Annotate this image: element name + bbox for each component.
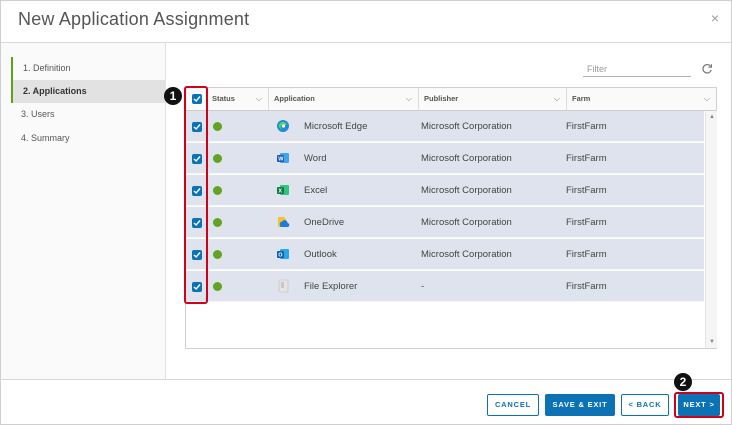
application-name: Outlook (304, 249, 337, 260)
step-applications[interactable]: 2. Applications (11, 80, 165, 103)
edge-icon (277, 120, 289, 132)
table-row[interactable]: OneDrive Microsoft Corporation FirstFarm (186, 207, 704, 238)
status-green-icon (213, 282, 222, 291)
callout-badge-1: 1 (164, 87, 182, 105)
back-button[interactable]: < BACK (621, 394, 669, 416)
column-label: Status (212, 94, 235, 103)
word-icon: W (277, 153, 289, 163)
onedrive-icon (278, 217, 290, 228)
publisher-name: Microsoft Corporation (421, 217, 512, 228)
cancel-button[interactable]: CANCEL (487, 394, 539, 416)
application-name: OneDrive (304, 217, 345, 228)
chevron-down-icon[interactable]: ⌵ (704, 88, 710, 110)
step-definition[interactable]: 1. Definition (11, 57, 165, 80)
svg-text:O: O (278, 253, 283, 259)
application-name: Excel (304, 185, 328, 196)
farm-name: FirstFarm (566, 281, 607, 292)
scroll-up-arrow-icon[interactable]: ▲ (707, 113, 717, 121)
refresh-icon[interactable] (701, 63, 713, 75)
column-label: Publisher (424, 94, 459, 103)
table-row[interactable]: W Word Microsoft Corporation FirstFarm (186, 143, 704, 174)
chevron-down-icon[interactable]: ⌵ (554, 88, 560, 110)
outlook-icon: O (277, 249, 289, 259)
wizard-steps-sidebar: 1. Definition 2. Applications 3. Users 4… (1, 43, 166, 379)
farm-name: FirstFarm (566, 121, 607, 132)
status-green-icon (213, 122, 222, 131)
table-row[interactable]: File Explorer - FirstFarm (186, 271, 704, 302)
column-header-publisher[interactable]: Publisher ⌵ (418, 88, 566, 110)
column-header-farm[interactable]: Farm ⌵ (566, 88, 716, 110)
scroll-down-arrow-icon[interactable]: ▼ (707, 338, 717, 346)
column-header-status[interactable]: Status ⌵ (206, 88, 268, 110)
publisher-name: Microsoft Corporation (421, 121, 512, 132)
farm-name: FirstFarm (566, 249, 607, 260)
file-explorer-icon (278, 279, 289, 293)
excel-icon: X (277, 185, 289, 195)
farm-name: FirstFarm (566, 153, 607, 164)
publisher-name: Microsoft Corporation (421, 153, 512, 164)
publisher-name: Microsoft Corporation (421, 185, 512, 196)
publisher-name: - (421, 281, 425, 292)
status-green-icon (213, 250, 222, 259)
svg-text:W: W (278, 157, 284, 163)
close-icon[interactable]: × (711, 10, 719, 26)
farm-name: FirstFarm (566, 217, 607, 228)
callout-badge-2: 2 (674, 373, 692, 391)
status-green-icon (213, 218, 222, 227)
application-name: Microsoft Edge (304, 121, 368, 132)
step-summary[interactable]: 4. Summary (11, 127, 165, 150)
checkbox-column-highlight (184, 86, 208, 304)
table-row[interactable]: Microsoft Edge Microsoft Corporation Fir… (186, 111, 704, 142)
table-row[interactable]: O Outlook Microsoft Corporation FirstFar… (186, 239, 704, 270)
save-and-exit-button[interactable]: SAVE & EXIT (545, 394, 615, 416)
footer-divider (1, 379, 731, 380)
next-button-highlight (674, 392, 724, 418)
farm-name: FirstFarm (566, 185, 607, 196)
application-name: File Explorer (304, 281, 358, 292)
dialog-window: New Application Assignment × 1. Definiti… (0, 0, 732, 425)
applications-grid: Status ⌵ Application ⌵ Publisher ⌵ Farm … (185, 87, 717, 349)
status-green-icon (213, 186, 222, 195)
column-label: Farm (572, 94, 591, 103)
application-name: Word (304, 153, 327, 164)
table-row[interactable]: X Excel Microsoft Corporation FirstFarm (186, 175, 704, 206)
column-header-application[interactable]: Application ⌵ (268, 88, 418, 110)
grid-header: Status ⌵ Application ⌵ Publisher ⌵ Farm … (186, 88, 716, 111)
svg-text:X: X (278, 189, 282, 195)
chevron-down-icon[interactable]: ⌵ (256, 88, 262, 110)
status-green-icon (213, 154, 222, 163)
grid-scrollbar[interactable]: ▲ ▼ (705, 111, 717, 348)
publisher-name: Microsoft Corporation (421, 249, 512, 260)
step-users[interactable]: 3. Users (11, 103, 165, 126)
filter-input[interactable] (583, 61, 691, 77)
chevron-down-icon[interactable]: ⌵ (406, 88, 412, 110)
column-label: Application (274, 94, 315, 103)
dialog-title: New Application Assignment (18, 9, 250, 29)
